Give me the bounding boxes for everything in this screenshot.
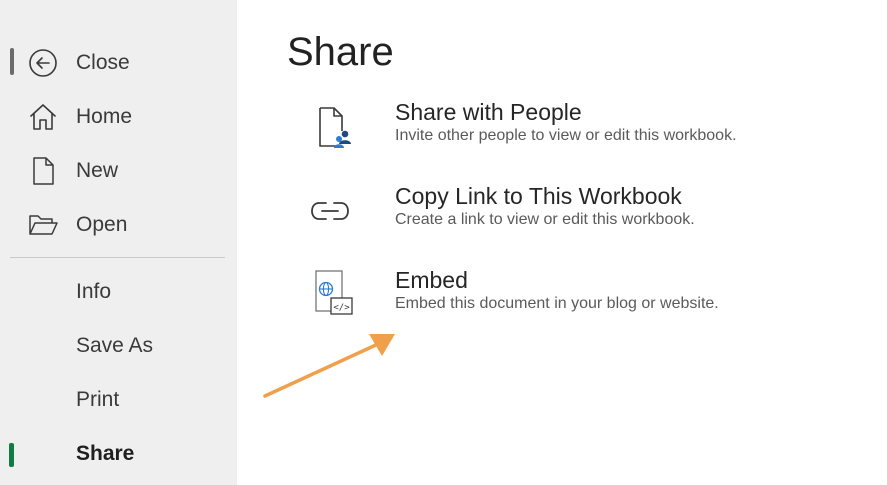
option-description: Embed this document in your blog or webs… — [395, 295, 719, 312]
embed-icon: </> — [302, 267, 358, 323]
sidebar-item-close[interactable]: Close — [0, 41, 237, 85]
sidebar-item-label: Home — [76, 105, 133, 128]
sidebar-item-info[interactable]: Info — [0, 270, 237, 314]
sidebar-item-label: Save As — [76, 334, 154, 357]
svg-text:</>: </> — [333, 303, 350, 313]
backstage-sidebar: Close Home New Open Info Save As Print S… — [0, 0, 237, 485]
sidebar-item-label: Share — [76, 442, 135, 465]
page-title: Share — [287, 30, 394, 74]
sidebar-item-label: Print — [76, 388, 120, 411]
sidebar-item-label: New — [76, 159, 119, 182]
back-arrow-icon — [26, 46, 60, 80]
sidebar-item-new[interactable]: New — [0, 149, 237, 193]
sidebar-divider — [10, 257, 225, 258]
share-people-icon — [302, 99, 358, 155]
pointer-arrow — [263, 334, 395, 398]
sidebar-item-home[interactable]: Home — [0, 95, 237, 139]
sidebar-item-open[interactable]: Open — [0, 203, 237, 247]
home-icon — [26, 100, 60, 134]
folder-open-icon — [26, 208, 60, 242]
option-description: Invite other people to view or edit this… — [395, 127, 737, 144]
sidebar-item-label: Open — [76, 213, 128, 236]
backstage-view: Close Home New Open Info Save As Print S… — [0, 0, 887, 485]
sidebar-item-save-as[interactable]: Save As — [0, 324, 237, 368]
sidebar-item-label: Close — [76, 51, 130, 74]
sidebar-item-label: Info — [76, 280, 112, 303]
share-with-people-option[interactable]: Share with People Invite other people to… — [290, 99, 850, 171]
new-document-icon — [26, 154, 60, 188]
sidebar-item-share[interactable]: Share — [0, 432, 237, 476]
option-title: Copy Link to This Workbook — [395, 183, 682, 209]
link-icon — [302, 183, 358, 239]
sidebar-item-print[interactable]: Print — [0, 378, 237, 422]
option-title: Embed — [395, 267, 468, 293]
option-title: Share with People — [395, 99, 582, 125]
option-description: Create a link to view or edit this workb… — [395, 211, 695, 228]
copy-link-option[interactable]: Copy Link to This Workbook Create a link… — [290, 183, 850, 255]
